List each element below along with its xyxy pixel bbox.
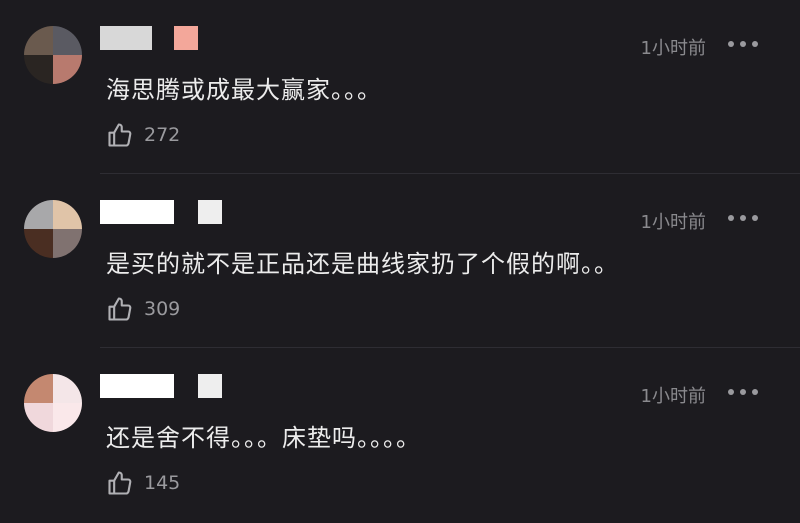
comment-item: 1小时前 是买的就不是正品还是曲线家扔了个假的啊。。 309 [0, 174, 800, 348]
more-dot [752, 215, 758, 221]
avatar-tile [24, 374, 53, 403]
avatar-tile [24, 403, 53, 432]
more-button[interactable] [728, 214, 758, 222]
avatar-tile [53, 200, 82, 229]
avatar-tile [24, 55, 53, 84]
more-dot [752, 389, 758, 395]
like-button[interactable]: 272 [106, 120, 180, 150]
avatar-tile [53, 374, 82, 403]
more-dot [740, 389, 746, 395]
more-button[interactable] [728, 40, 758, 48]
user-badge [198, 374, 222, 398]
more-dot [740, 41, 746, 47]
thumbs-up-icon [108, 471, 132, 495]
comment-text: 海思腾或成最大赢家。。。 [106, 76, 382, 104]
avatar-tile [53, 55, 82, 84]
avatar-tile [53, 26, 82, 55]
timestamp: 1小时前 [640, 212, 706, 233]
thumbs-up-icon [108, 123, 132, 147]
comment-item: 1小时前 海思腾或成最大赢家。。。 272 [0, 0, 800, 174]
like-button[interactable]: 145 [106, 468, 180, 498]
avatar-tile [24, 229, 53, 258]
avatar-tile [24, 26, 53, 55]
more-dot [728, 389, 734, 395]
username-redacted [100, 200, 174, 224]
user-badge [174, 26, 198, 50]
comment-text: 是买的就不是正品还是曲线家扔了个假的啊。。 [106, 250, 619, 278]
more-dot [752, 41, 758, 47]
like-count: 145 [144, 472, 181, 494]
comment-text: 还是舍不得。。。床垫吗。。。。 [106, 424, 421, 452]
like-button[interactable]: 309 [106, 294, 180, 324]
comment-item: 1小时前 还是舍不得。。。床垫吗。。。。 145 [0, 348, 800, 522]
username-redacted [100, 374, 174, 398]
more-dot [728, 215, 734, 221]
timestamp: 1小时前 [640, 386, 706, 407]
user-badge [198, 200, 222, 224]
avatar[interactable] [24, 26, 82, 84]
avatar-tile [53, 229, 82, 258]
timestamp: 1小时前 [640, 38, 706, 59]
like-count: 272 [144, 124, 181, 146]
avatar-tile [24, 200, 53, 229]
avatar[interactable] [24, 374, 82, 432]
thumbs-up-icon [108, 297, 132, 321]
avatar-tile [53, 403, 82, 432]
avatar[interactable] [24, 200, 82, 258]
more-button[interactable] [728, 388, 758, 396]
more-dot [728, 41, 734, 47]
like-count: 309 [144, 298, 181, 320]
username-redacted [100, 26, 152, 50]
more-dot [740, 215, 746, 221]
